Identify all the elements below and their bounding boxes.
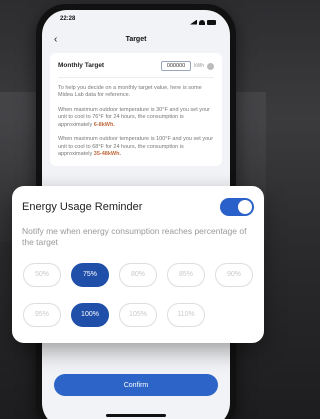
unit-label: kWh <box>194 62 204 69</box>
option-95[interactable]: 95% <box>23 302 61 327</box>
reminder-header: Energy Usage Reminder <box>22 198 254 216</box>
energy-reminder-card: Energy Usage Reminder Notify me when ene… <box>12 186 264 343</box>
status-bar: 22:28 <box>42 10 230 28</box>
option-80[interactable]: 80% <box>119 262 157 287</box>
info-paragraph-1: When maximum outdoor temperature is 30°F… <box>58 107 214 129</box>
percentage-options: 50% 75% 80% 85% 90% 95% 100% 105% 110% <box>23 262 254 327</box>
info-paragraph-2: When maximum outdoor temperature is 100°… <box>58 136 214 158</box>
monthly-target-label: Monthly Target <box>58 61 105 69</box>
info-icon[interactable] <box>207 62 214 70</box>
monthly-target-input[interactable] <box>161 61 191 71</box>
status-time: 22:28 <box>60 16 76 22</box>
info-paragraph-1-value: 6-8kWh. <box>93 121 115 128</box>
option-75[interactable]: 75% <box>71 262 109 287</box>
nav-bar: ‹ Target <box>42 28 230 50</box>
signal-icon <box>190 19 197 25</box>
battery-icon <box>207 19 216 25</box>
info-paragraph-2-value: 35-48kWh. <box>93 150 121 157</box>
info-intro: To help you decide on a monthly target v… <box>58 85 202 99</box>
option-90[interactable]: 90% <box>215 262 253 287</box>
page-title: Target <box>125 35 147 43</box>
wifi-icon <box>199 19 205 25</box>
option-100[interactable]: 100% <box>71 302 109 327</box>
reminder-toggle[interactable] <box>220 198 254 216</box>
option-110[interactable]: 110% <box>167 302 205 327</box>
target-card: Monthly Target kWh To help you decide on… <box>50 53 222 167</box>
option-105[interactable]: 105% <box>119 302 157 327</box>
option-85[interactable]: 85% <box>167 262 205 287</box>
home-indicator <box>106 414 166 417</box>
back-chevron-icon[interactable]: ‹ <box>54 34 57 45</box>
reminder-description: Notify me when energy consumption reache… <box>22 226 247 248</box>
info-paragraph-1-text: When maximum outdoor temperature is 30°F… <box>58 106 210 128</box>
toggle-knob <box>238 200 252 214</box>
info-paragraph-2-text: When maximum outdoor temperature is 100°… <box>58 136 214 157</box>
target-input-wrap: kWh <box>161 61 214 71</box>
status-icons <box>190 16 216 28</box>
monthly-target-row: Monthly Target kWh <box>58 61 214 78</box>
reminder-title: Energy Usage Reminder <box>22 201 143 213</box>
confirm-button[interactable]: Confirm <box>54 374 218 396</box>
option-50[interactable]: 50% <box>23 262 61 287</box>
